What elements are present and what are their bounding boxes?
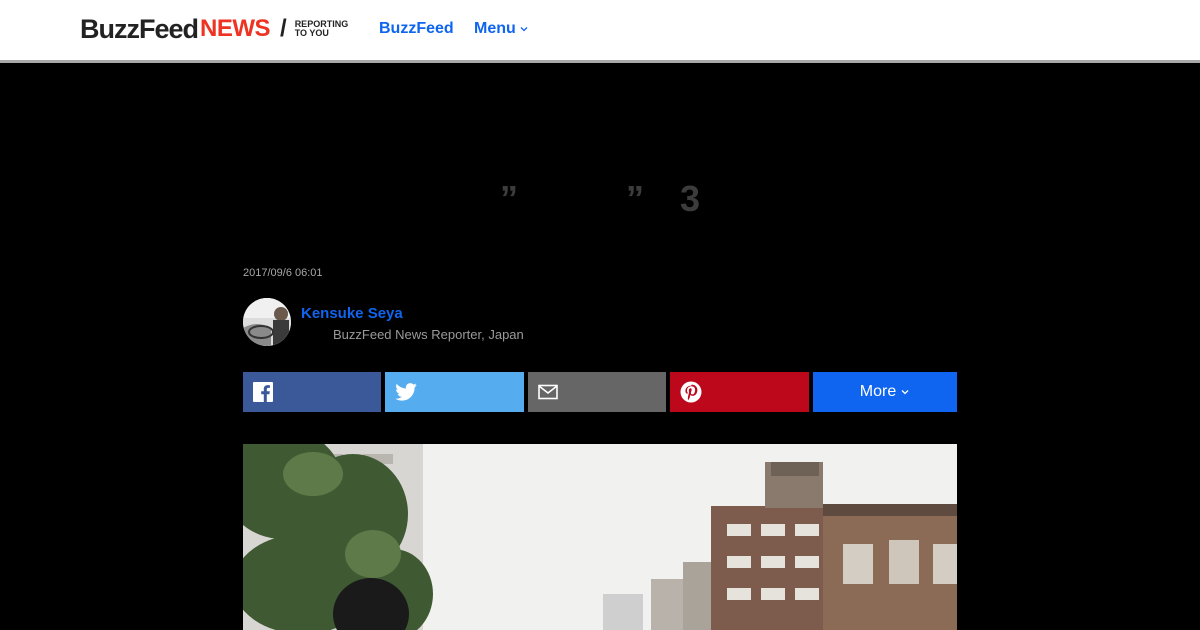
nav-buzzfeed-link[interactable]: BuzzFeed (379, 20, 454, 38)
share-more-label: More (859, 383, 897, 400)
logo-buzzfeed-text: BuzzFeed (80, 13, 199, 44)
logo-tagline: REPORTING TO YOU (295, 20, 349, 38)
share-email-button[interactable] (528, 372, 666, 412)
author-name-link[interactable]: Kensuke Seya (301, 305, 403, 322)
twitter-bird-icon (395, 383, 417, 401)
logo-news-text: NEWS (200, 15, 271, 42)
article-headline: ” ” 3 (499, 178, 701, 219)
author-role: BuzzFeed News Reporter, Japan (333, 327, 524, 342)
author-avatar[interactable] (243, 298, 291, 346)
avatar-photo (243, 298, 291, 346)
logo-tagline-line2: TO YOU (294, 28, 329, 38)
email-envelope-icon (538, 384, 558, 400)
facebook-icon (253, 382, 273, 402)
logo-slash: / (280, 15, 287, 42)
article-hero-image (243, 444, 957, 630)
buzzfeed-news-logo[interactable]: BuzzFeed NEWS / REPORTING TO YOU (80, 14, 348, 44)
share-more-button[interactable]: More (813, 372, 957, 412)
nav-menu-label: Menu (474, 20, 516, 37)
share-facebook-button[interactable] (243, 372, 381, 412)
top-nav-bar: BuzzFeed NEWS / REPORTING TO YOU BuzzFee… (0, 0, 1200, 63)
nav-menu-button[interactable]: Menu (474, 20, 529, 38)
share-pinterest-button[interactable] (670, 372, 809, 412)
article-date: 2017/09/6 06:01 (243, 267, 323, 279)
share-twitter-button[interactable] (385, 372, 524, 412)
hero-photo-illustration (243, 444, 957, 630)
chevron-down-icon (520, 27, 528, 32)
chevron-down-icon (901, 390, 909, 395)
pinterest-icon (680, 381, 702, 403)
